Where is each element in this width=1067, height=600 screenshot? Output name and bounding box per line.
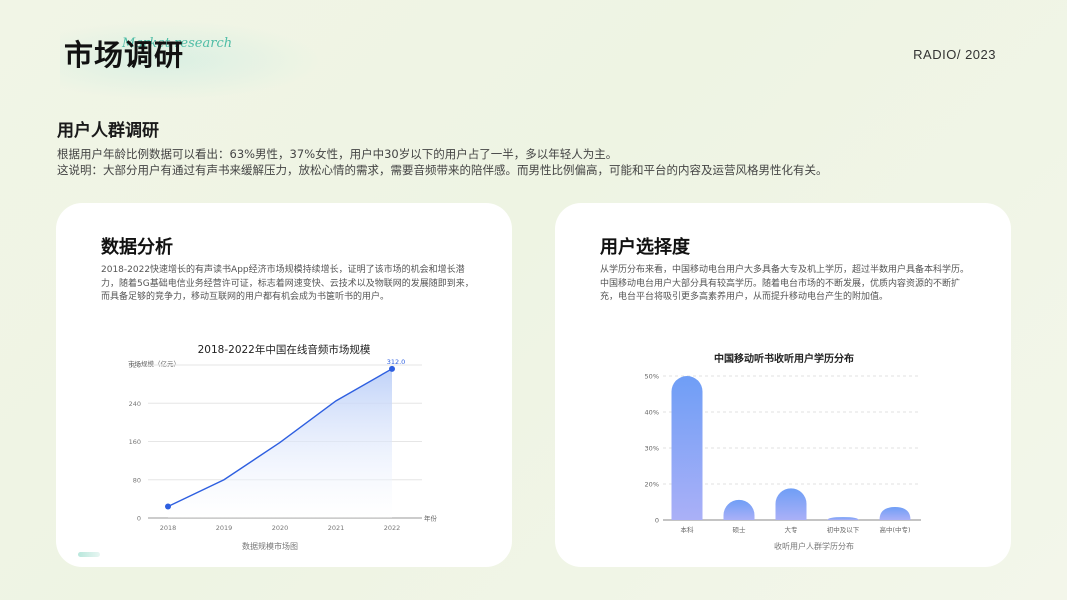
section-intro: 根据用户年龄比例数据可以看出：63%男性，37%女性，用户中30岁以下的用户占了…	[57, 146, 1017, 178]
bar-y-tick-label: 50%	[645, 373, 659, 381]
accent-dash	[78, 552, 100, 557]
market-size-area-chart: 2018-2022年中国在线音频市场规模市场规模（亿元）080160240320…	[128, 343, 438, 551]
data-analysis-card: 数据分析 2018-2022快速增长的有声读书App经济市场规模持续增长，证明了…	[56, 203, 512, 567]
data-label-2022: 312.0	[387, 358, 406, 366]
section-title: 用户人群调研	[57, 121, 159, 141]
education-bar-chart: 中国移动听书收听用户学历分布 0 20% 30% 40% 50% 本科 硕士 大专 初中及以下 高中…	[645, 352, 921, 551]
bar-y-tick-label: 40%	[645, 409, 659, 417]
title-area: Market research 市场调研	[64, 32, 232, 74]
bar-chart-caption: 收听用户人群学历分布	[774, 541, 854, 551]
bar-0	[671, 376, 703, 520]
y-tick-label: 0	[137, 515, 141, 523]
bar-y-tick-label: 0	[655, 517, 659, 525]
data-point-2022	[389, 365, 395, 372]
bar-chart-title: 中国移动听书收听用户学历分布	[714, 352, 854, 365]
y-tick-label: 160	[129, 438, 141, 446]
intro-line-2: 这说明：大部分用户有通过有声书来缓解压力，放松心情的需求，需要音频带来的陪伴感。…	[57, 163, 828, 177]
bar-4	[879, 507, 911, 520]
bar-1	[723, 499, 755, 520]
data-point-2018	[165, 503, 171, 510]
line-chart-caption: 数据规模市场图	[242, 541, 298, 551]
y-tick-label: 80	[133, 476, 141, 484]
y-tick-label: 240	[129, 400, 141, 408]
x-tick-label: 2019	[216, 524, 233, 532]
bar-3	[827, 517, 859, 520]
page-title: 市场调研	[64, 38, 185, 72]
bar-2	[775, 488, 807, 520]
intro-line-1: 根据用户年龄比例数据可以看出：63%男性，37%女性，用户中30岁以下的用户占了…	[57, 147, 618, 161]
x-tick-label: 2018	[160, 524, 177, 532]
market-size-area	[168, 368, 392, 518]
x-axis-label: 年份	[424, 514, 438, 523]
x-tick-label: 2020	[272, 524, 289, 532]
x-tick-label: 2021	[328, 524, 345, 532]
radio-year-tag: RADIO/ 2023	[913, 47, 996, 62]
bar-category-label: 初中及以下	[827, 525, 860, 534]
bar-y-tick-label: 30%	[645, 445, 659, 453]
bar-category-label: 高中(中专)	[879, 525, 910, 534]
bar-category-label: 本科	[681, 525, 695, 534]
user-choice-card: 用户选择度 从学历分布来看，中国移动电台用户大多具备大专及机上学历，超过半数用户…	[555, 203, 1011, 567]
x-tick-label: 2022	[384, 524, 401, 532]
bar-category-label: 大专	[785, 525, 799, 534]
line-chart-title: 2018-2022年中国在线音频市场规模	[198, 343, 371, 356]
y-tick-label: 320	[129, 362, 141, 370]
bar-category-label: 硕士	[733, 525, 747, 534]
bar-y-tick-label: 20%	[645, 481, 659, 489]
